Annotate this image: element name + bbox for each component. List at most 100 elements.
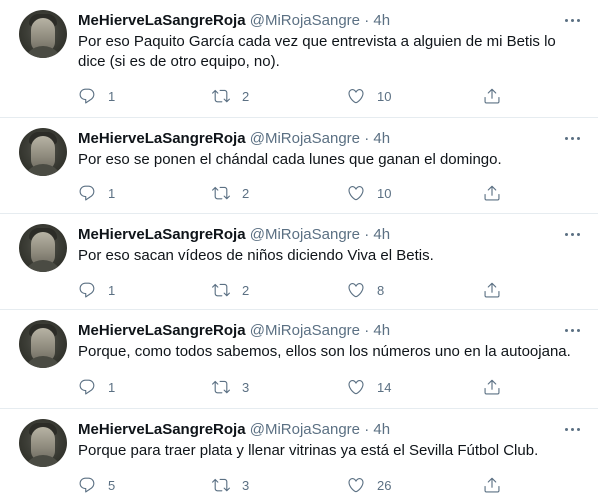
retweet-count: 3 bbox=[242, 380, 250, 395]
share-icon bbox=[484, 185, 500, 201]
avatar[interactable] bbox=[19, 320, 67, 368]
tweet-text: Por eso se ponen el chándal cada lunes q… bbox=[78, 151, 502, 168]
timestamp[interactable]: 4h bbox=[373, 322, 390, 339]
reply-count: 5 bbox=[108, 478, 116, 493]
reply-count: 1 bbox=[108, 89, 116, 104]
share-button[interactable] bbox=[483, 281, 503, 301]
tweet-actions: 5 3 26 bbox=[78, 476, 583, 496]
tweet-actions: 1 2 10 bbox=[78, 87, 583, 107]
retweet-button[interactable]: 2 bbox=[212, 281, 272, 301]
more-icon[interactable] bbox=[563, 128, 583, 148]
avatar[interactable] bbox=[19, 128, 67, 176]
share-icon bbox=[484, 282, 500, 298]
tweet-actions: 1 2 8 bbox=[78, 281, 583, 301]
like-button[interactable]: 8 bbox=[347, 281, 407, 301]
avatar[interactable] bbox=[19, 419, 67, 467]
handle[interactable]: @MiRojaSangre bbox=[250, 130, 360, 147]
timestamp[interactable]: 4h bbox=[373, 421, 390, 438]
reply-icon bbox=[79, 477, 95, 493]
handle[interactable]: @MiRojaSangre bbox=[250, 322, 360, 339]
like-button[interactable]: 26 bbox=[347, 476, 407, 496]
more-icon[interactable] bbox=[563, 320, 583, 340]
tweet[interactable]: MeHierveLaSangreRoja @MiRojaSangre · 4h … bbox=[0, 310, 598, 408]
retweet-icon bbox=[212, 283, 230, 297]
separator: · bbox=[364, 322, 370, 339]
tweet-header: MeHierveLaSangreRoja @MiRojaSangre · 4h bbox=[78, 321, 390, 341]
tweet[interactable]: MeHierveLaSangreRoja @MiRojaSangre · 4h … bbox=[0, 409, 598, 498]
share-button[interactable] bbox=[483, 378, 503, 398]
retweet-count: 2 bbox=[242, 89, 250, 104]
tweet-header: MeHierveLaSangreRoja @MiRojaSangre · 4h bbox=[78, 129, 390, 149]
share-button[interactable] bbox=[483, 184, 503, 204]
separator: · bbox=[364, 12, 370, 29]
share-icon bbox=[484, 477, 500, 493]
reply-button[interactable]: 1 bbox=[78, 378, 138, 398]
like-button[interactable]: 10 bbox=[347, 87, 407, 107]
tweet[interactable]: MeHierveLaSangreRoja @MiRojaSangre · 4h … bbox=[0, 118, 598, 213]
heart-icon bbox=[348, 380, 364, 395]
retweet-icon bbox=[212, 89, 230, 103]
reply-button[interactable]: 5 bbox=[78, 476, 138, 496]
heart-icon bbox=[348, 186, 364, 201]
reply-button[interactable]: 1 bbox=[78, 281, 138, 301]
retweet-icon bbox=[212, 478, 230, 492]
tweet-text: Porque, como todos sabemos, ellos son lo… bbox=[78, 343, 571, 360]
reply-button[interactable]: 1 bbox=[78, 87, 138, 107]
separator: · bbox=[364, 226, 370, 243]
more-icon[interactable] bbox=[563, 224, 583, 244]
separator: · bbox=[364, 421, 370, 438]
timestamp[interactable]: 4h bbox=[373, 12, 390, 29]
tweet-text: Por eso sacan vídeos de niños diciendo V… bbox=[78, 247, 434, 264]
tweet-thread: MeHierveLaSangreRoja @MiRojaSangre · 4h … bbox=[0, 0, 598, 498]
like-button[interactable]: 14 bbox=[347, 378, 407, 398]
handle[interactable]: @MiRojaSangre bbox=[250, 226, 360, 243]
reply-count: 1 bbox=[108, 380, 116, 395]
avatar[interactable] bbox=[19, 224, 67, 272]
reply-icon bbox=[79, 282, 95, 298]
heart-icon bbox=[348, 283, 364, 298]
retweet-button[interactable]: 2 bbox=[212, 87, 272, 107]
timestamp[interactable]: 4h bbox=[373, 226, 390, 243]
handle[interactable]: @MiRojaSangre bbox=[250, 421, 360, 438]
display-name[interactable]: MeHierveLaSangreRoja bbox=[78, 421, 246, 438]
share-button[interactable] bbox=[483, 87, 503, 107]
display-name[interactable]: MeHierveLaSangreRoja bbox=[78, 12, 246, 29]
share-button[interactable] bbox=[483, 476, 503, 496]
like-count: 8 bbox=[377, 283, 385, 298]
tweet[interactable]: MeHierveLaSangreRoja @MiRojaSangre · 4h … bbox=[0, 214, 598, 309]
tweet-text: Porque para traer plata y llenar vitrina… bbox=[78, 442, 539, 459]
handle[interactable]: @MiRojaSangre bbox=[250, 12, 360, 29]
share-icon bbox=[484, 379, 500, 395]
separator: · bbox=[364, 130, 370, 147]
share-icon bbox=[484, 88, 500, 104]
tweet-text: Por eso Paquito García cada vez que entr… bbox=[78, 33, 556, 70]
tweet-actions: 1 3 14 bbox=[78, 378, 583, 398]
like-count: 10 bbox=[377, 89, 392, 104]
like-count: 14 bbox=[377, 380, 392, 395]
reply-button[interactable]: 1 bbox=[78, 184, 138, 204]
more-icon[interactable] bbox=[563, 419, 583, 439]
more-icon[interactable] bbox=[563, 10, 583, 30]
display-name[interactable]: MeHierveLaSangreRoja bbox=[78, 130, 246, 147]
retweet-icon bbox=[212, 186, 230, 200]
reply-count: 1 bbox=[108, 186, 116, 201]
timestamp[interactable]: 4h bbox=[373, 130, 390, 147]
retweet-button[interactable]: 3 bbox=[212, 476, 272, 496]
reply-icon bbox=[79, 379, 95, 395]
retweet-count: 2 bbox=[242, 186, 250, 201]
avatar[interactable] bbox=[19, 10, 67, 58]
reply-icon bbox=[79, 88, 95, 104]
heart-icon bbox=[348, 478, 364, 493]
reply-icon bbox=[79, 185, 95, 201]
reply-count: 1 bbox=[108, 283, 116, 298]
display-name[interactable]: MeHierveLaSangreRoja bbox=[78, 226, 246, 243]
like-button[interactable]: 10 bbox=[347, 184, 407, 204]
heart-icon bbox=[348, 89, 364, 104]
tweet-header: MeHierveLaSangreRoja @MiRojaSangre · 4h bbox=[78, 11, 390, 31]
tweet[interactable]: MeHierveLaSangreRoja @MiRojaSangre · 4h … bbox=[0, 0, 598, 117]
tweet-header: MeHierveLaSangreRoja @MiRojaSangre · 4h bbox=[78, 225, 390, 245]
retweet-button[interactable]: 3 bbox=[212, 378, 272, 398]
display-name[interactable]: MeHierveLaSangreRoja bbox=[78, 322, 246, 339]
retweet-icon bbox=[212, 380, 230, 394]
retweet-button[interactable]: 2 bbox=[212, 184, 272, 204]
